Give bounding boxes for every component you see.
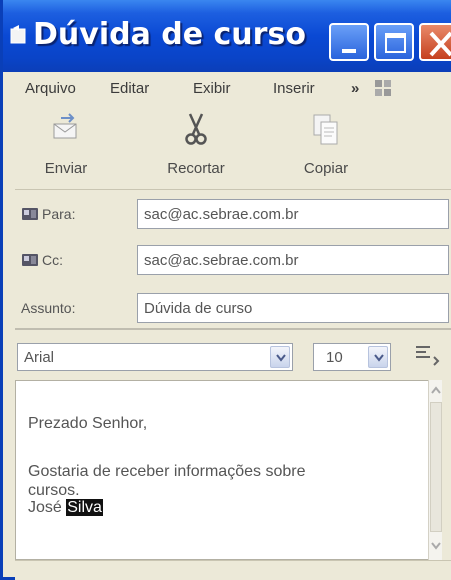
scissors-icon bbox=[185, 113, 207, 145]
minimize-icon bbox=[342, 49, 356, 53]
font-dropdown-button[interactable] bbox=[270, 346, 290, 368]
close-button[interactable] bbox=[419, 23, 451, 61]
address-book-icon bbox=[22, 208, 38, 220]
windows-flag-icon bbox=[375, 80, 391, 96]
menu-exibir[interactable]: Exibir bbox=[193, 80, 231, 97]
chevron-down-icon bbox=[374, 354, 384, 362]
to-field[interactable]: sac@ac.sebrae.com.br bbox=[137, 199, 449, 229]
cc-row: Cc: sac@ac.sebrae.com.br bbox=[15, 242, 451, 278]
cut-button[interactable]: Recortar bbox=[151, 104, 241, 190]
maximize-button[interactable] bbox=[374, 23, 414, 61]
status-bar bbox=[15, 560, 451, 580]
scroll-up-icon[interactable] bbox=[430, 384, 442, 398]
chevron-down-icon bbox=[276, 354, 286, 362]
address-book-icon bbox=[22, 254, 38, 266]
menu-overflow-chevron[interactable]: » bbox=[351, 80, 359, 97]
menu-arquivo[interactable]: Arquivo bbox=[25, 80, 76, 97]
paragraph-style-icon[interactable] bbox=[412, 343, 442, 369]
address-panel: Para: sac@ac.sebrae.com.br Cc: sac@ac.se… bbox=[15, 196, 451, 330]
font-value: Arial bbox=[24, 349, 55, 366]
body-scrollbar[interactable] bbox=[428, 380, 442, 560]
toolbar: Enviar Recortar Copiar bbox=[15, 104, 451, 190]
cc-field[interactable]: sac@ac.sebrae.com.br bbox=[137, 245, 449, 275]
menu-editar[interactable]: Editar bbox=[110, 80, 149, 97]
title-bar[interactable]: Dúvida de curso bbox=[3, 0, 451, 72]
to-label: Para: bbox=[42, 206, 76, 222]
divider bbox=[15, 328, 451, 330]
subject-row: Assunto: Dúvida de curso bbox=[15, 290, 451, 326]
send-icon bbox=[53, 113, 77, 139]
message-icon bbox=[10, 25, 26, 44]
message-window: Dúvida de curso Arquivo Editar Exibir In… bbox=[0, 0, 451, 580]
size-select[interactable]: 10 bbox=[313, 343, 391, 371]
size-value: 10 bbox=[326, 349, 343, 366]
close-icon bbox=[429, 31, 451, 57]
menu-inserir[interactable]: Inserir bbox=[273, 80, 315, 97]
message-body[interactable]: Prezado Senhor, Gostaria de receber info… bbox=[15, 380, 440, 560]
send-label: Enviar bbox=[44, 160, 88, 177]
scroll-thumb[interactable] bbox=[430, 402, 442, 532]
font-select[interactable]: Arial bbox=[17, 343, 293, 371]
format-bar: Arial 10 bbox=[15, 337, 451, 377]
maximize-icon bbox=[385, 33, 406, 53]
menu-bar: Arquivo Editar Exibir Inserir » bbox=[15, 74, 451, 104]
body-line-2: cursos. bbox=[28, 482, 80, 499]
size-dropdown-button[interactable] bbox=[368, 346, 388, 368]
to-row: Para: sac@ac.sebrae.com.br bbox=[15, 196, 451, 232]
subject-field[interactable]: Dúvida de curso bbox=[137, 293, 449, 323]
selected-text: Silva bbox=[66, 499, 103, 516]
signature-first-name: José bbox=[28, 499, 62, 516]
body-signature: José Silva bbox=[28, 499, 103, 517]
copy-icon bbox=[313, 114, 338, 145]
body-greeting: Prezado Senhor, bbox=[28, 415, 148, 432]
copy-button[interactable]: Copiar bbox=[281, 104, 371, 190]
subject-label: Assunto: bbox=[21, 300, 76, 316]
scroll-down-icon[interactable] bbox=[430, 538, 442, 552]
cc-label-button[interactable]: Cc: bbox=[21, 252, 63, 268]
minimize-button[interactable] bbox=[329, 23, 369, 61]
cc-label: Cc: bbox=[42, 252, 63, 268]
window-title: Dúvida de curso bbox=[33, 17, 306, 52]
copy-label: Copiar bbox=[303, 160, 349, 177]
cut-label: Recortar bbox=[167, 160, 225, 177]
send-button[interactable]: Enviar bbox=[21, 104, 111, 190]
body-line-1: Gostaria de receber informações sobre bbox=[28, 463, 306, 480]
to-label-button[interactable]: Para: bbox=[21, 206, 75, 222]
